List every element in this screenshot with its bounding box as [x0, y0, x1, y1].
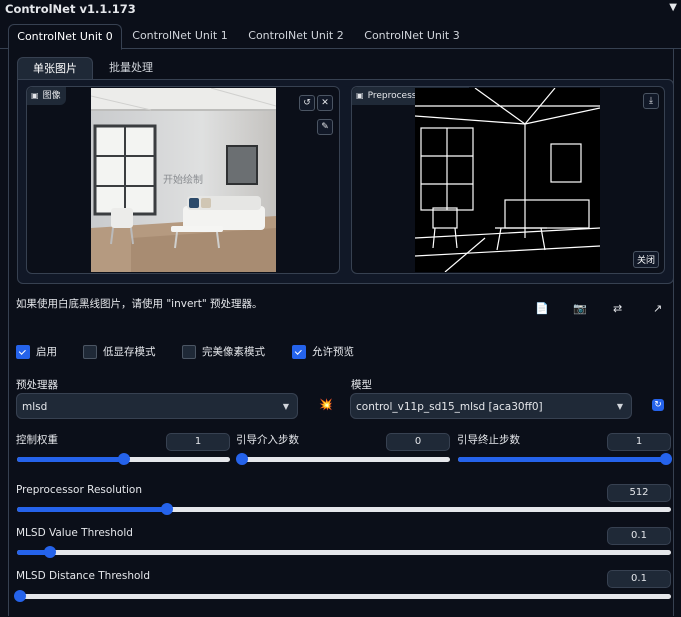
rotate-icon[interactable]: ↺	[299, 95, 315, 111]
image-label: ▣ 图像	[27, 87, 66, 105]
slider-thumb[interactable]	[43, 546, 56, 558]
resolution-slider[interactable]	[17, 503, 671, 515]
checkbox-box[interactable]	[16, 344, 30, 359]
tab-unit-2[interactable]: ControlNet Unit 2	[240, 24, 352, 48]
send-dimensions-icon[interactable]: ↗	[653, 302, 662, 315]
model-label: 模型	[351, 379, 372, 391]
distance-threshold-input[interactable]: 0.1	[607, 570, 671, 588]
value-threshold-slider[interactable]	[17, 546, 671, 558]
room-photo: 开始绘制	[91, 88, 276, 272]
accordion-title[interactable]: ControlNet v1.1.173	[5, 2, 136, 16]
distance-threshold-label: MLSD Distance Threshold	[16, 570, 150, 582]
invert-hint: 如果使用白底黑线图片，请使用 "invert" 预处理器。	[16, 298, 263, 310]
distance-threshold-slider[interactable]	[14, 590, 671, 602]
control-weight-label: 控制权重	[16, 434, 58, 446]
resolution-input[interactable]: 512	[607, 484, 671, 502]
preprocessor-preview-box: ▣ Preprocessor Preview	[351, 86, 665, 274]
checkbox-box[interactable]	[182, 344, 196, 359]
slider-thumb[interactable]	[660, 453, 672, 465]
resolution-label: Preprocessor Resolution	[16, 484, 142, 496]
start-step-slider[interactable]	[236, 453, 450, 465]
close-preview-button[interactable]: 关闭	[633, 251, 660, 268]
slider-fill	[458, 457, 666, 462]
mlsd-preview-image	[415, 88, 600, 272]
camera-icon[interactable]: 📷	[573, 302, 587, 315]
brush-icon[interactable]: ✎	[317, 119, 333, 135]
subtab-single-image[interactable]: 单张图片	[17, 57, 93, 80]
control-weight-slider[interactable]	[17, 453, 230, 465]
value-threshold-label: MLSD Value Threshold	[16, 527, 133, 539]
slider-thumb[interactable]	[236, 453, 248, 465]
swap-icon[interactable]: ⇄	[613, 302, 622, 315]
close-icon[interactable]: ✕	[317, 95, 333, 111]
refresh-models-icon[interactable]: ↻	[652, 399, 664, 411]
start-step-label: 引导介入步数	[236, 434, 299, 446]
preprocessor-label: 预处理器	[16, 379, 58, 391]
pixel-perfect-checkbox[interactable]: 完美像素模式	[182, 344, 265, 359]
run-preprocessor-icon[interactable]: 💥	[319, 398, 333, 411]
slider-fill	[17, 507, 168, 512]
subtab-batch[interactable]: 批量处理	[94, 57, 168, 79]
draw-overlay-text: 开始绘制	[163, 173, 203, 186]
start-step-input[interactable]: 0	[386, 433, 450, 451]
tab-unit-3[interactable]: ControlNet Unit 3	[356, 24, 468, 48]
checkbox-box[interactable]	[83, 344, 97, 359]
enable-checkbox[interactable]: 启用	[16, 344, 57, 359]
image-icon: ▣	[356, 91, 364, 100]
chevron-down-icon: ▼	[616, 402, 623, 411]
model-select[interactable]: control_v11p_sd15_mlsd [aca30ff0] ▼	[350, 393, 632, 419]
collapse-icon[interactable]: ▼	[669, 2, 677, 13]
image-icon: ▣	[31, 91, 39, 100]
preprocessor-select[interactable]: mlsd ▼	[16, 393, 298, 419]
end-step-label: 引导终止步数	[457, 434, 520, 446]
end-step-input[interactable]: 1	[607, 433, 671, 451]
download-icon[interactable]: ⤓	[643, 93, 659, 109]
end-step-slider[interactable]	[458, 453, 672, 465]
input-image-box[interactable]: ▣ 图像 开始绘制 ↺ ✕ ✎	[26, 86, 340, 274]
slider-thumb[interactable]	[117, 453, 130, 465]
chevron-down-icon: ▼	[282, 402, 289, 411]
allow-preview-checkbox[interactable]: 允许预览	[292, 344, 354, 359]
tab-unit-0[interactable]: ControlNet Unit 0	[8, 24, 122, 50]
checkbox-box[interactable]	[292, 344, 306, 359]
value-threshold-input[interactable]: 0.1	[607, 527, 671, 545]
tab-unit-1[interactable]: ControlNet Unit 1	[124, 24, 236, 48]
slider-fill	[17, 457, 124, 462]
low-vram-checkbox[interactable]: 低显存模式	[83, 344, 156, 359]
control-weight-input[interactable]: 1	[166, 433, 230, 451]
new-canvas-icon[interactable]: 📄	[535, 302, 549, 315]
